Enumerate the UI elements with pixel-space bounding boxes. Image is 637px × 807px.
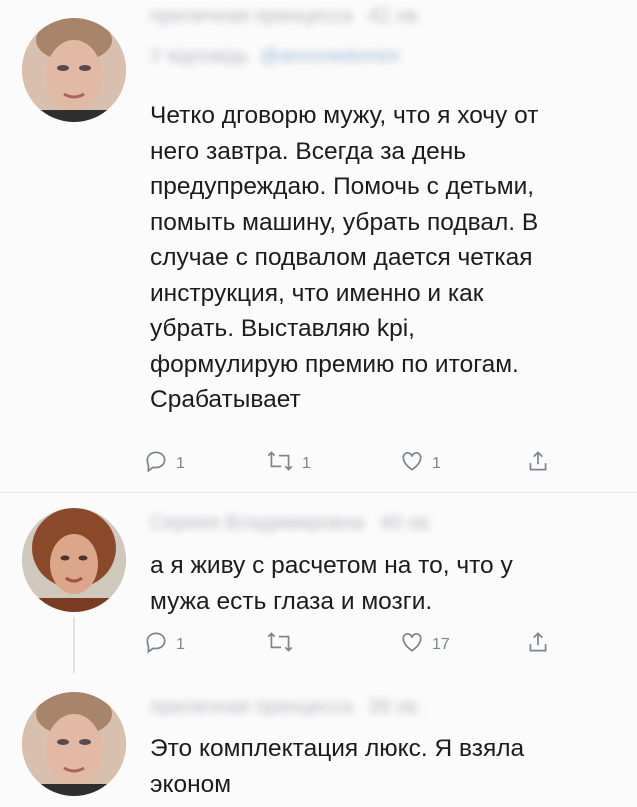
avatar[interactable] — [22, 18, 126, 122]
like-icon — [402, 633, 422, 652]
tweet-1: приличная принцесса 42 хв. У відповідь @… — [0, 0, 637, 492]
retweet-button[interactable] — [265, 627, 302, 657]
share-icon — [529, 632, 547, 652]
reply-icon — [146, 451, 166, 473]
tweet-2: Сереея Владимировна 40 хв. а я живу с ра… — [0, 493, 637, 673]
reply-button[interactable]: 1 — [143, 627, 185, 657]
retweet-icon — [267, 451, 293, 471]
share-button[interactable] — [525, 627, 551, 657]
author-name[interactable]: приличная принцесса — [150, 5, 353, 27]
reply-prefix: У відповідь — [150, 46, 249, 67]
tweet-header: Сереея Владимировна 40 хв. — [150, 509, 434, 537]
author-name[interactable]: Сереея Владимировна — [150, 512, 364, 534]
reply-count: 1 — [176, 455, 185, 472]
retweet-button[interactable]: 1 — [265, 446, 311, 476]
tweet-header: приличная принцесса 39 хв. — [150, 693, 422, 721]
share-button[interactable] — [525, 446, 551, 476]
retweet-icon — [267, 632, 293, 652]
tweet-text: Четко дговорю мужу, что я хочу от него з… — [150, 102, 539, 413]
tweet-time[interactable]: 40 хв. — [380, 512, 434, 534]
tweet-header: приличная принцесса 42 хв. — [150, 2, 422, 30]
tweet-time[interactable]: 42 хв. — [368, 5, 422, 27]
avatar[interactable] — [22, 692, 126, 796]
tweet-3: приличная принцесса 39 хв. Это комплекта… — [0, 673, 637, 807]
tweet-time[interactable]: 39 хв. — [368, 696, 422, 718]
avatar[interactable] — [22, 508, 126, 612]
reply-icon — [146, 632, 166, 654]
reply-button[interactable]: 1 — [143, 446, 185, 476]
reply-to-link[interactable]: @annonedomini — [260, 46, 399, 67]
reply-count: 1 — [176, 636, 185, 653]
like-button[interactable]: 1 — [399, 446, 441, 476]
thread-line — [73, 617, 75, 673]
tweet-text: Это комплектация люкс. Я взяла эконом — [150, 735, 525, 798]
tweet-text: а я живу с расчетом на то, что у мужа ес… — [150, 552, 513, 615]
like-count: 1 — [432, 455, 441, 472]
like-count: 17 — [432, 636, 450, 653]
author-name[interactable]: приличная принцесса — [150, 696, 353, 718]
retweet-count: 1 — [302, 455, 311, 472]
like-button[interactable]: 17 — [399, 627, 450, 657]
like-icon — [402, 452, 422, 471]
reply-context: У відповідь @annonedomini — [150, 46, 399, 68]
share-icon — [529, 451, 547, 471]
